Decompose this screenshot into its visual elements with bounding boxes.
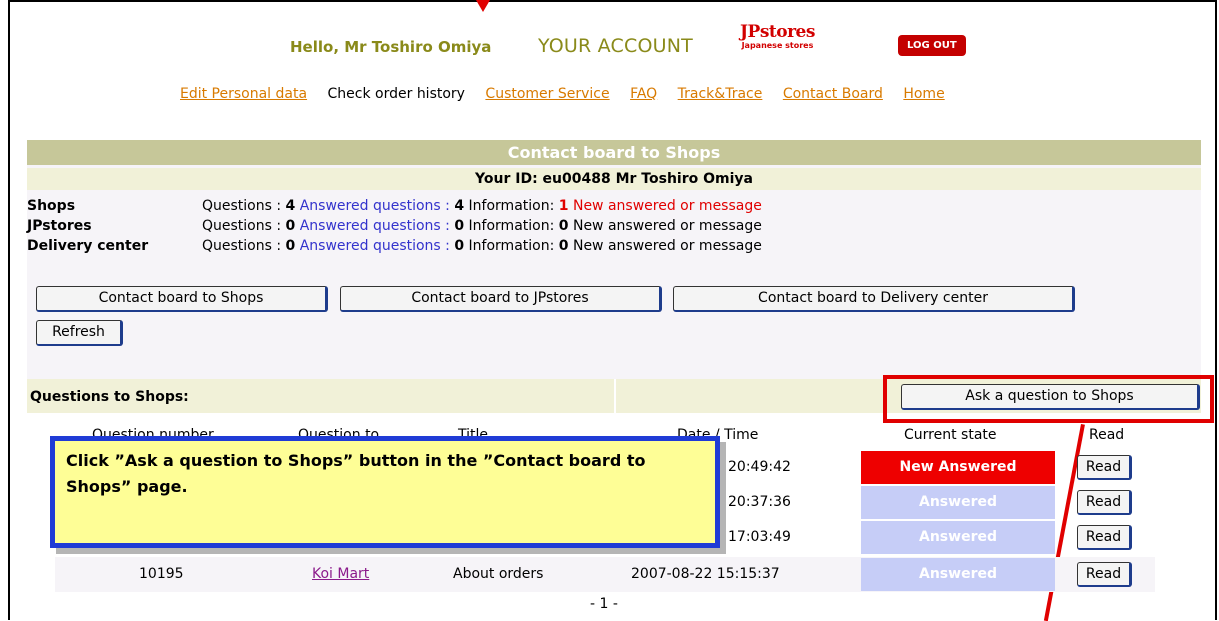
read-button[interactable]: Read xyxy=(1077,490,1132,515)
stat-row-shops: Shops Questions : 4 Answered questions :… xyxy=(27,196,1201,216)
information-count: 1 xyxy=(558,198,569,214)
answered-count: 4 xyxy=(454,198,465,214)
questions-label: Questions : xyxy=(202,198,286,214)
nav-faq[interactable]: FAQ xyxy=(630,86,657,102)
information-label: Information: xyxy=(468,238,559,254)
read-button[interactable]: Read xyxy=(1077,455,1132,480)
refresh-button[interactable]: Refresh xyxy=(36,320,123,346)
highlight-box xyxy=(883,375,1214,423)
questions-count: 0 xyxy=(285,218,296,234)
stat-row-delivery-center: Delivery center Questions : 0 Answered q… xyxy=(27,236,1201,256)
questions-count: 0 xyxy=(285,238,296,254)
answered-count: 0 xyxy=(454,218,465,234)
answered-label: Answered questions : xyxy=(299,238,455,254)
row-time: 17:03:49 xyxy=(728,529,791,545)
page-number[interactable]: - 1 - xyxy=(590,596,618,612)
contact-board-jpstores-button[interactable]: Contact board to JPstores xyxy=(340,286,662,312)
status-badge: Answered xyxy=(861,558,1055,591)
contact-board-delivery-button[interactable]: Contact board to Delivery center xyxy=(673,286,1075,312)
contact-board-panel: Contact board to Shops Your ID: eu00488 … xyxy=(27,140,1201,386)
your-id-bar: Your ID: eu00488 Mr Toshiro Omiya xyxy=(27,168,1201,190)
questions-heading: Questions to Shops: xyxy=(30,389,189,405)
stat-values: Questions : 0 Answered questions : 0 Inf… xyxy=(202,236,762,256)
answered-count: 0 xyxy=(454,238,465,254)
information-label: Information: xyxy=(468,218,559,234)
stat-label: Delivery center xyxy=(27,238,149,254)
information-label: Information: xyxy=(468,198,559,214)
row-title: About orders xyxy=(453,566,544,582)
information-count: 0 xyxy=(558,218,569,234)
status-badge: New Answered xyxy=(861,451,1055,484)
read-button[interactable]: Read xyxy=(1077,562,1132,587)
row-datetime: 2007-08-22 15:15:37 xyxy=(631,566,780,582)
nav-check-order-history[interactable]: Check order history xyxy=(328,86,465,102)
table-row: 10195 Koi Mart About orders 2007-08-22 1… xyxy=(55,557,1155,592)
jpstores-logo[interactable]: JPstores Japanese stores xyxy=(740,24,815,50)
logo-sub-text: Japanese stores xyxy=(741,41,814,50)
stat-label: Shops xyxy=(27,198,76,214)
new-answered-label: New answered or message xyxy=(572,238,762,254)
stat-values: Questions : 4 Answered questions : 4 Inf… xyxy=(202,196,762,216)
stat-row-jpstores: JPstores Questions : 0 Answered question… xyxy=(27,216,1201,236)
panel-title: Contact board to Shops xyxy=(27,140,1201,165)
nav-track-trace[interactable]: Track&Trace xyxy=(678,86,763,102)
row-shop-link[interactable]: Koi Mart xyxy=(312,557,369,592)
instruction-callout: Click ”Ask a question to Shops” button i… xyxy=(50,436,720,548)
answered-label: Answered questions : xyxy=(299,218,455,234)
information-count: 0 xyxy=(558,238,569,254)
nav-home[interactable]: Home xyxy=(903,86,944,102)
new-answered-label: New answered or message xyxy=(572,198,762,214)
your-account-title: YOUR ACCOUNT xyxy=(538,35,693,57)
nav-customer-service[interactable]: Customer Service xyxy=(485,86,609,102)
row-time: 20:37:36 xyxy=(728,494,791,510)
row-question-number: 10195 xyxy=(139,566,184,582)
header-divider xyxy=(614,379,616,413)
column-header: Read xyxy=(1089,427,1125,443)
status-badge: Answered xyxy=(861,521,1055,554)
read-button[interactable]: Read xyxy=(1077,525,1132,550)
answered-label: Answered questions : xyxy=(299,198,455,214)
questions-label: Questions : xyxy=(202,238,286,254)
status-badge: Answered xyxy=(861,486,1055,519)
account-nav: Edit Personal data Check order history C… xyxy=(180,86,961,102)
new-answered-label: New answered or message xyxy=(572,218,762,234)
nav-contact-board[interactable]: Contact Board xyxy=(783,86,883,102)
logo-main-text: JPstores xyxy=(740,22,815,42)
stat-values: Questions : 0 Answered questions : 0 Inf… xyxy=(202,216,762,236)
questions-count: 4 xyxy=(285,198,296,214)
row-time: 20:49:42 xyxy=(728,459,791,475)
greeting-text: Hello, Mr Toshiro Omiya xyxy=(290,38,492,56)
contact-board-shops-button[interactable]: Contact board to Shops xyxy=(36,286,328,312)
logout-button[interactable]: LOG OUT xyxy=(898,35,966,56)
column-header: Current state xyxy=(904,427,997,443)
annotation-arrow-top xyxy=(476,0,490,12)
questions-label: Questions : xyxy=(202,218,286,234)
stat-label: JPstores xyxy=(27,218,92,234)
callout-text: Click ”Ask a question to Shops” button i… xyxy=(66,451,646,496)
nav-edit-personal-data[interactable]: Edit Personal data xyxy=(180,86,307,102)
